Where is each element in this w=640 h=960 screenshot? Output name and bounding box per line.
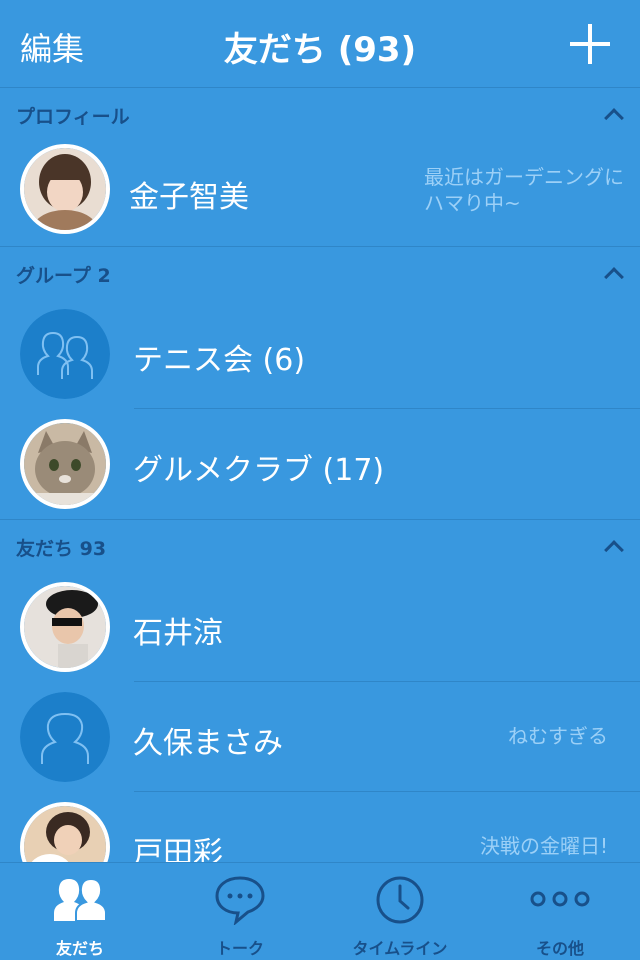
profile-status: 最近はガーデニングにハマり中~ (424, 165, 624, 215)
chevron-up-icon[interactable] (604, 106, 622, 124)
list-item[interactable]: グルメクラブ (17) (0, 409, 640, 519)
list-item[interactable]: 久保まさみ ねむすぎる (0, 682, 640, 792)
friend-status: 決戦の金曜日! (479, 834, 608, 858)
group-name: テニス会 (6) (133, 343, 306, 378)
section-header-groups[interactable]: グループ 2 (0, 247, 640, 299)
add-friend-icon[interactable] (570, 24, 610, 64)
default-user-avatar-icon (20, 692, 110, 782)
list-item[interactable]: 戸田彩 決戦の金曜日! (0, 792, 640, 862)
section-header-profile[interactable]: プロフィール (0, 88, 640, 140)
friends-icon (52, 875, 108, 927)
list-item[interactable]: 石井涼 (0, 572, 640, 682)
tab-more[interactable]: その他 (480, 863, 640, 960)
avatar (20, 582, 110, 672)
tab-label: タイムライン (352, 939, 448, 958)
tab-label: トーク (215, 939, 264, 958)
friend-name: 久保まさみ (133, 726, 283, 761)
friend-name: 石井涼 (133, 616, 223, 651)
friend-status: ねむすぎる (508, 724, 608, 748)
tab-friends[interactable]: 友だち (0, 863, 160, 960)
avatar (20, 802, 110, 862)
tab-timeline[interactable]: タイムライン (320, 863, 480, 960)
tab-label: その他 (535, 939, 584, 958)
tab-label: 友だち (55, 939, 104, 958)
friends-list[interactable]: プロフィール 金子智美 最近はガーデニングにハマり中~ グループ 2 テニス会 … (0, 88, 640, 862)
group-avatar-icon (20, 309, 110, 399)
more-dots-icon (530, 889, 590, 913)
tab-talk[interactable]: トーク (160, 863, 320, 960)
profile-name: 金子智美 (129, 180, 249, 215)
section-label-profile: プロフィール (16, 106, 130, 128)
section-label-friends: 友だち 93 (16, 538, 107, 560)
profile-row[interactable]: 金子智美 最近はガーデニングにハマり中~ (0, 140, 640, 246)
list-item[interactable]: テニス会 (6) (0, 299, 640, 409)
chevron-up-icon[interactable] (604, 265, 622, 283)
friend-name: 戸田彩 (133, 836, 223, 862)
clock-icon (375, 875, 425, 929)
tab-bar: 友だち トーク タイムライン その他 (0, 862, 640, 960)
group-name: グルメクラブ (17) (133, 453, 385, 488)
section-header-friends[interactable]: 友だち 93 (0, 520, 640, 572)
section-label-groups: グループ 2 (16, 265, 111, 287)
chat-bubble-icon (214, 875, 266, 929)
chevron-up-icon[interactable] (604, 538, 622, 556)
avatar (20, 419, 110, 509)
avatar (20, 144, 110, 234)
navigation-bar: 編集 友だち (93) (0, 0, 640, 88)
page-title: 友だち (93) (223, 30, 417, 70)
